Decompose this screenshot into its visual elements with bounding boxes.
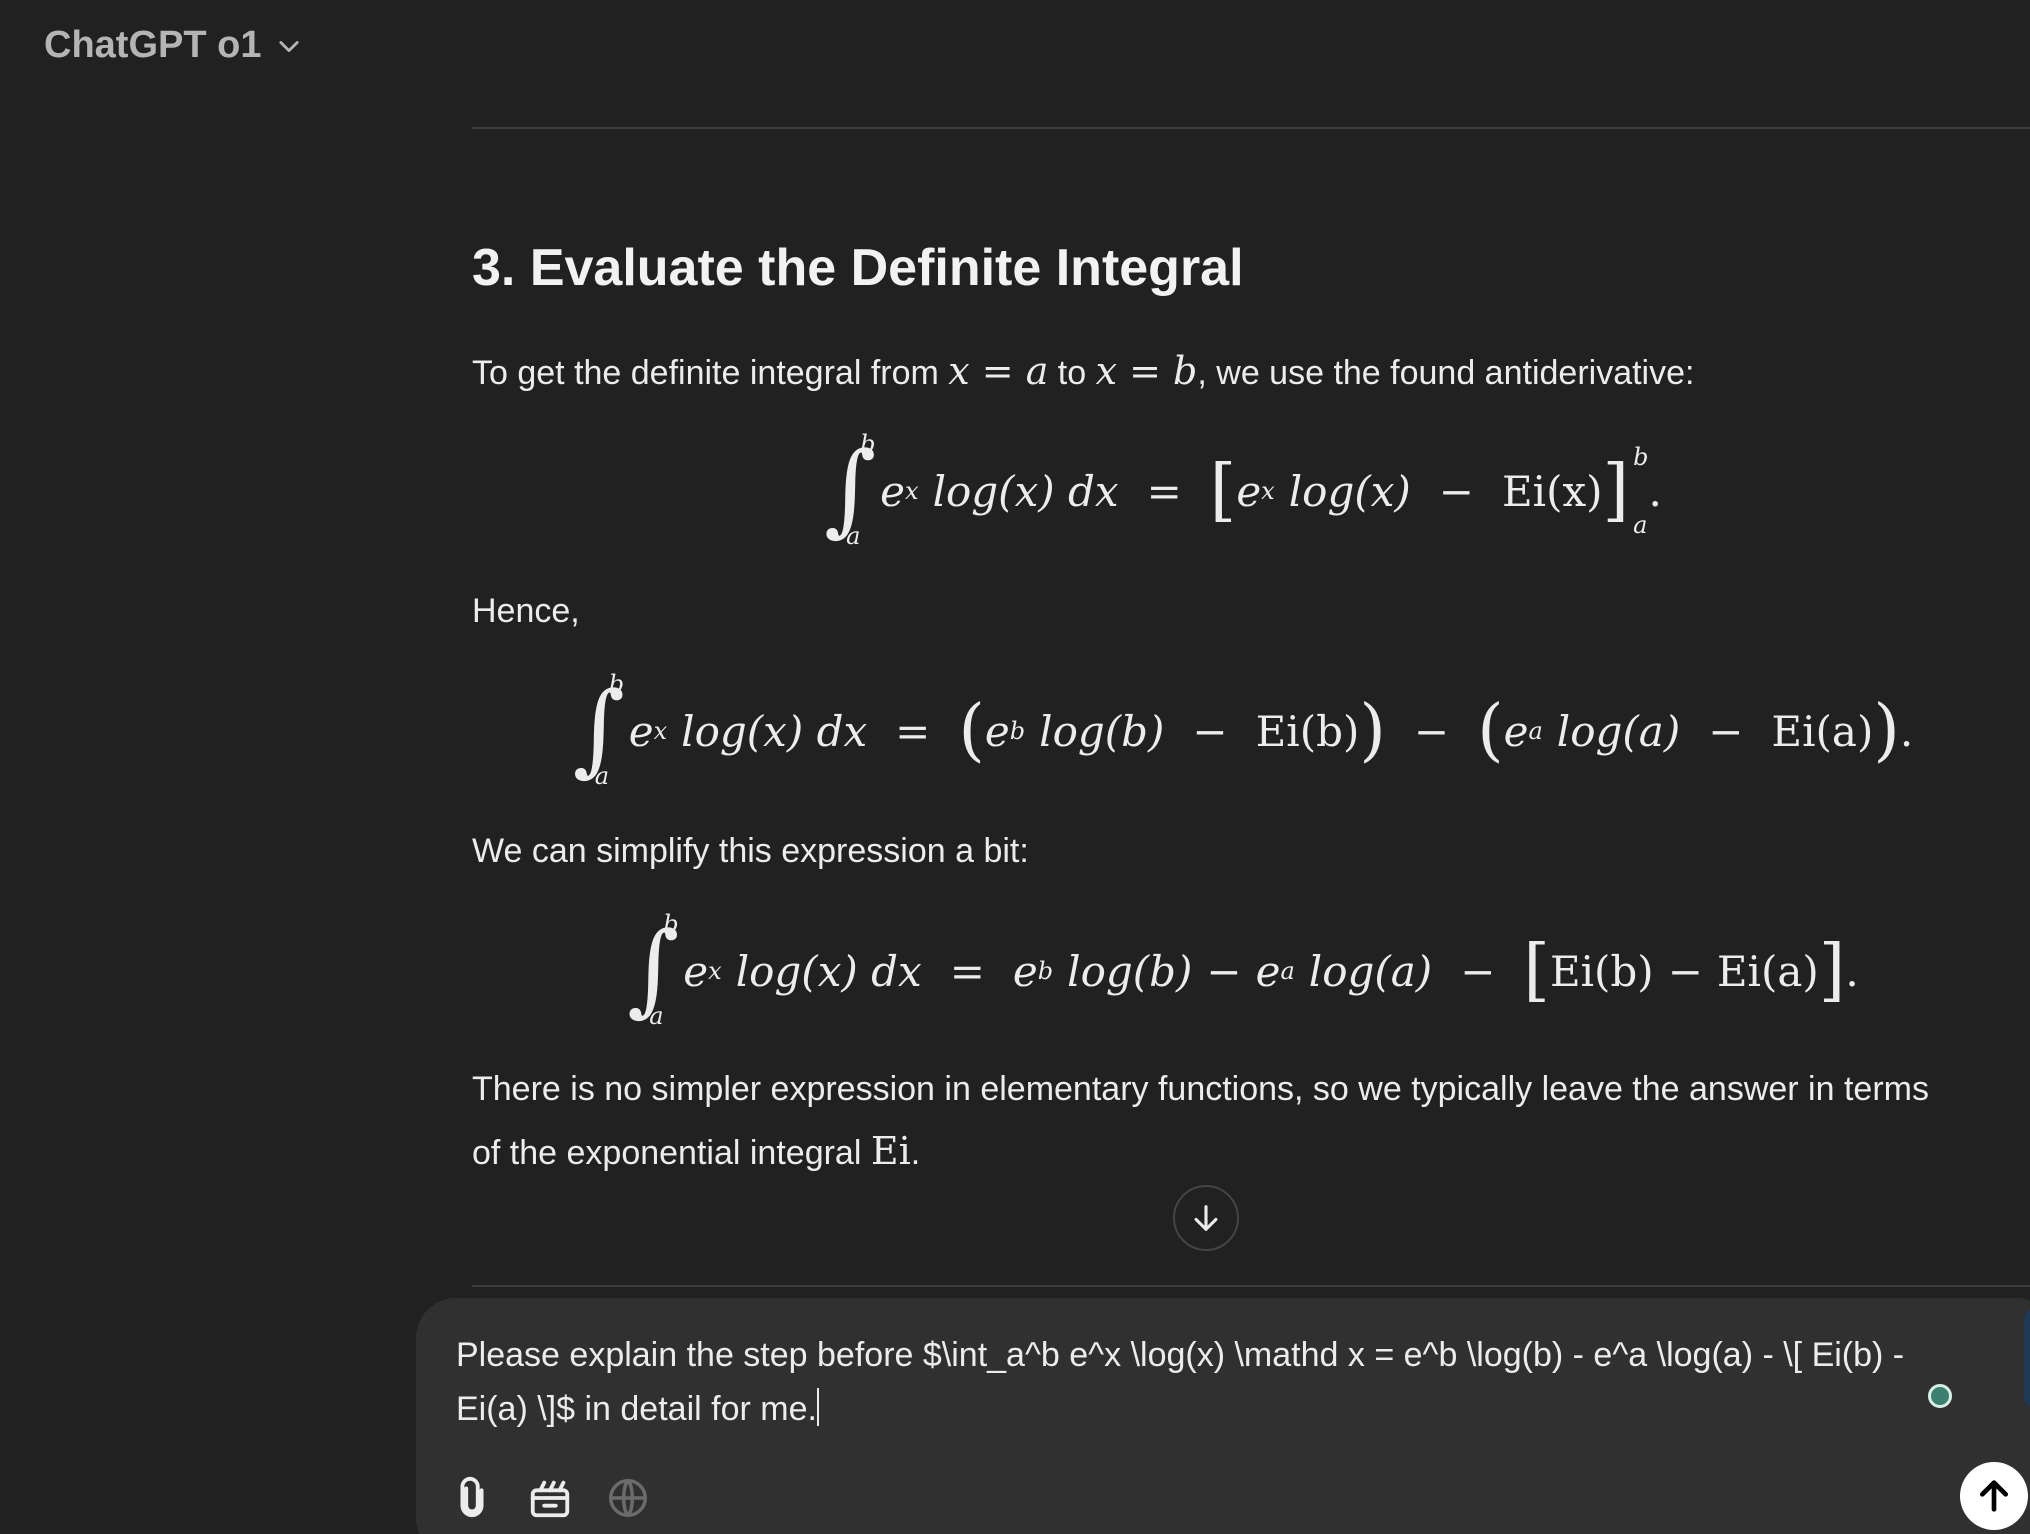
equation-simplified: ∫ b a ex log(x) dx = e b log(b) − e a log(a) −… xyxy=(627,910,1859,1030)
paragraph-hence: Hence, xyxy=(472,592,580,630)
message-divider-bottom xyxy=(472,1285,2030,1287)
paperclip-icon xyxy=(460,1476,484,1518)
conclusion-line-1: There is no simpler expression in elemen… xyxy=(472,1070,1929,1108)
tools-button[interactable] xyxy=(524,1472,576,1524)
conclusion-line-2: of the exponential integral Ei. xyxy=(472,1129,921,1173)
paragraph-simplify: We can simplify this expression a bit: xyxy=(472,832,1029,870)
text-caret xyxy=(816,1388,819,1426)
globe-icon xyxy=(609,1479,647,1517)
inline-math: x = b xyxy=(1095,349,1198,393)
text-segment: , we use the found antiderivative: xyxy=(1197,354,1695,392)
message-composer: Please explain the step before $\int_a^b… xyxy=(416,1298,2030,1534)
chat-page: ChatGPT o1 3. Evaluate the Definite Inte… xyxy=(0,0,2030,1534)
text-segment: to xyxy=(1048,354,1096,392)
scroll-to-bottom-button[interactable] xyxy=(1173,1185,1239,1251)
status-indicator xyxy=(1928,1384,1952,1408)
equation-antiderivative: ∫ b a ex log(x) dx = [e x log(x) − Ei(x)] ba… xyxy=(824,430,1662,550)
integral-sign: ∫ b a xyxy=(824,430,877,550)
section-heading: 3. Evaluate the Definite Integral xyxy=(472,239,1244,297)
paragraph-intro: To get the definite integral from x = a … xyxy=(472,340,1694,404)
attach-button[interactable] xyxy=(446,1472,498,1524)
briefcase-icon xyxy=(530,1480,570,1518)
web-search-button[interactable] xyxy=(602,1472,654,1524)
prompt-input-value: Please explain the step before $\int_a^b… xyxy=(456,1336,1905,1428)
chevron-down-icon xyxy=(279,40,300,52)
send-button[interactable] xyxy=(1960,1462,2028,1530)
model-selector[interactable]: ChatGPT o1 xyxy=(44,24,303,67)
inline-math: x = a xyxy=(948,349,1049,393)
model-name: ChatGPT o1 xyxy=(44,24,262,66)
equation-evaluated: ∫ b a ex log(x) dx = (e b log(b) − Ei(b)) − … xyxy=(572,670,1914,790)
integral-sign: ∫ b a xyxy=(572,670,625,790)
text-segment: To get the definite integral from xyxy=(472,354,949,392)
message-divider-top xyxy=(472,127,2030,129)
paragraph-conclusion: There is no simpler expression in elemen… xyxy=(472,1058,1929,1184)
integral-sign: ∫ b a xyxy=(627,910,680,1030)
prompt-input[interactable]: Please explain the step before $\int_a^b… xyxy=(456,1328,1916,1436)
arrow-up-icon xyxy=(1980,1480,2008,1512)
composer-side-accent xyxy=(2024,1308,2030,1408)
arrow-down-icon xyxy=(1194,1205,1218,1231)
